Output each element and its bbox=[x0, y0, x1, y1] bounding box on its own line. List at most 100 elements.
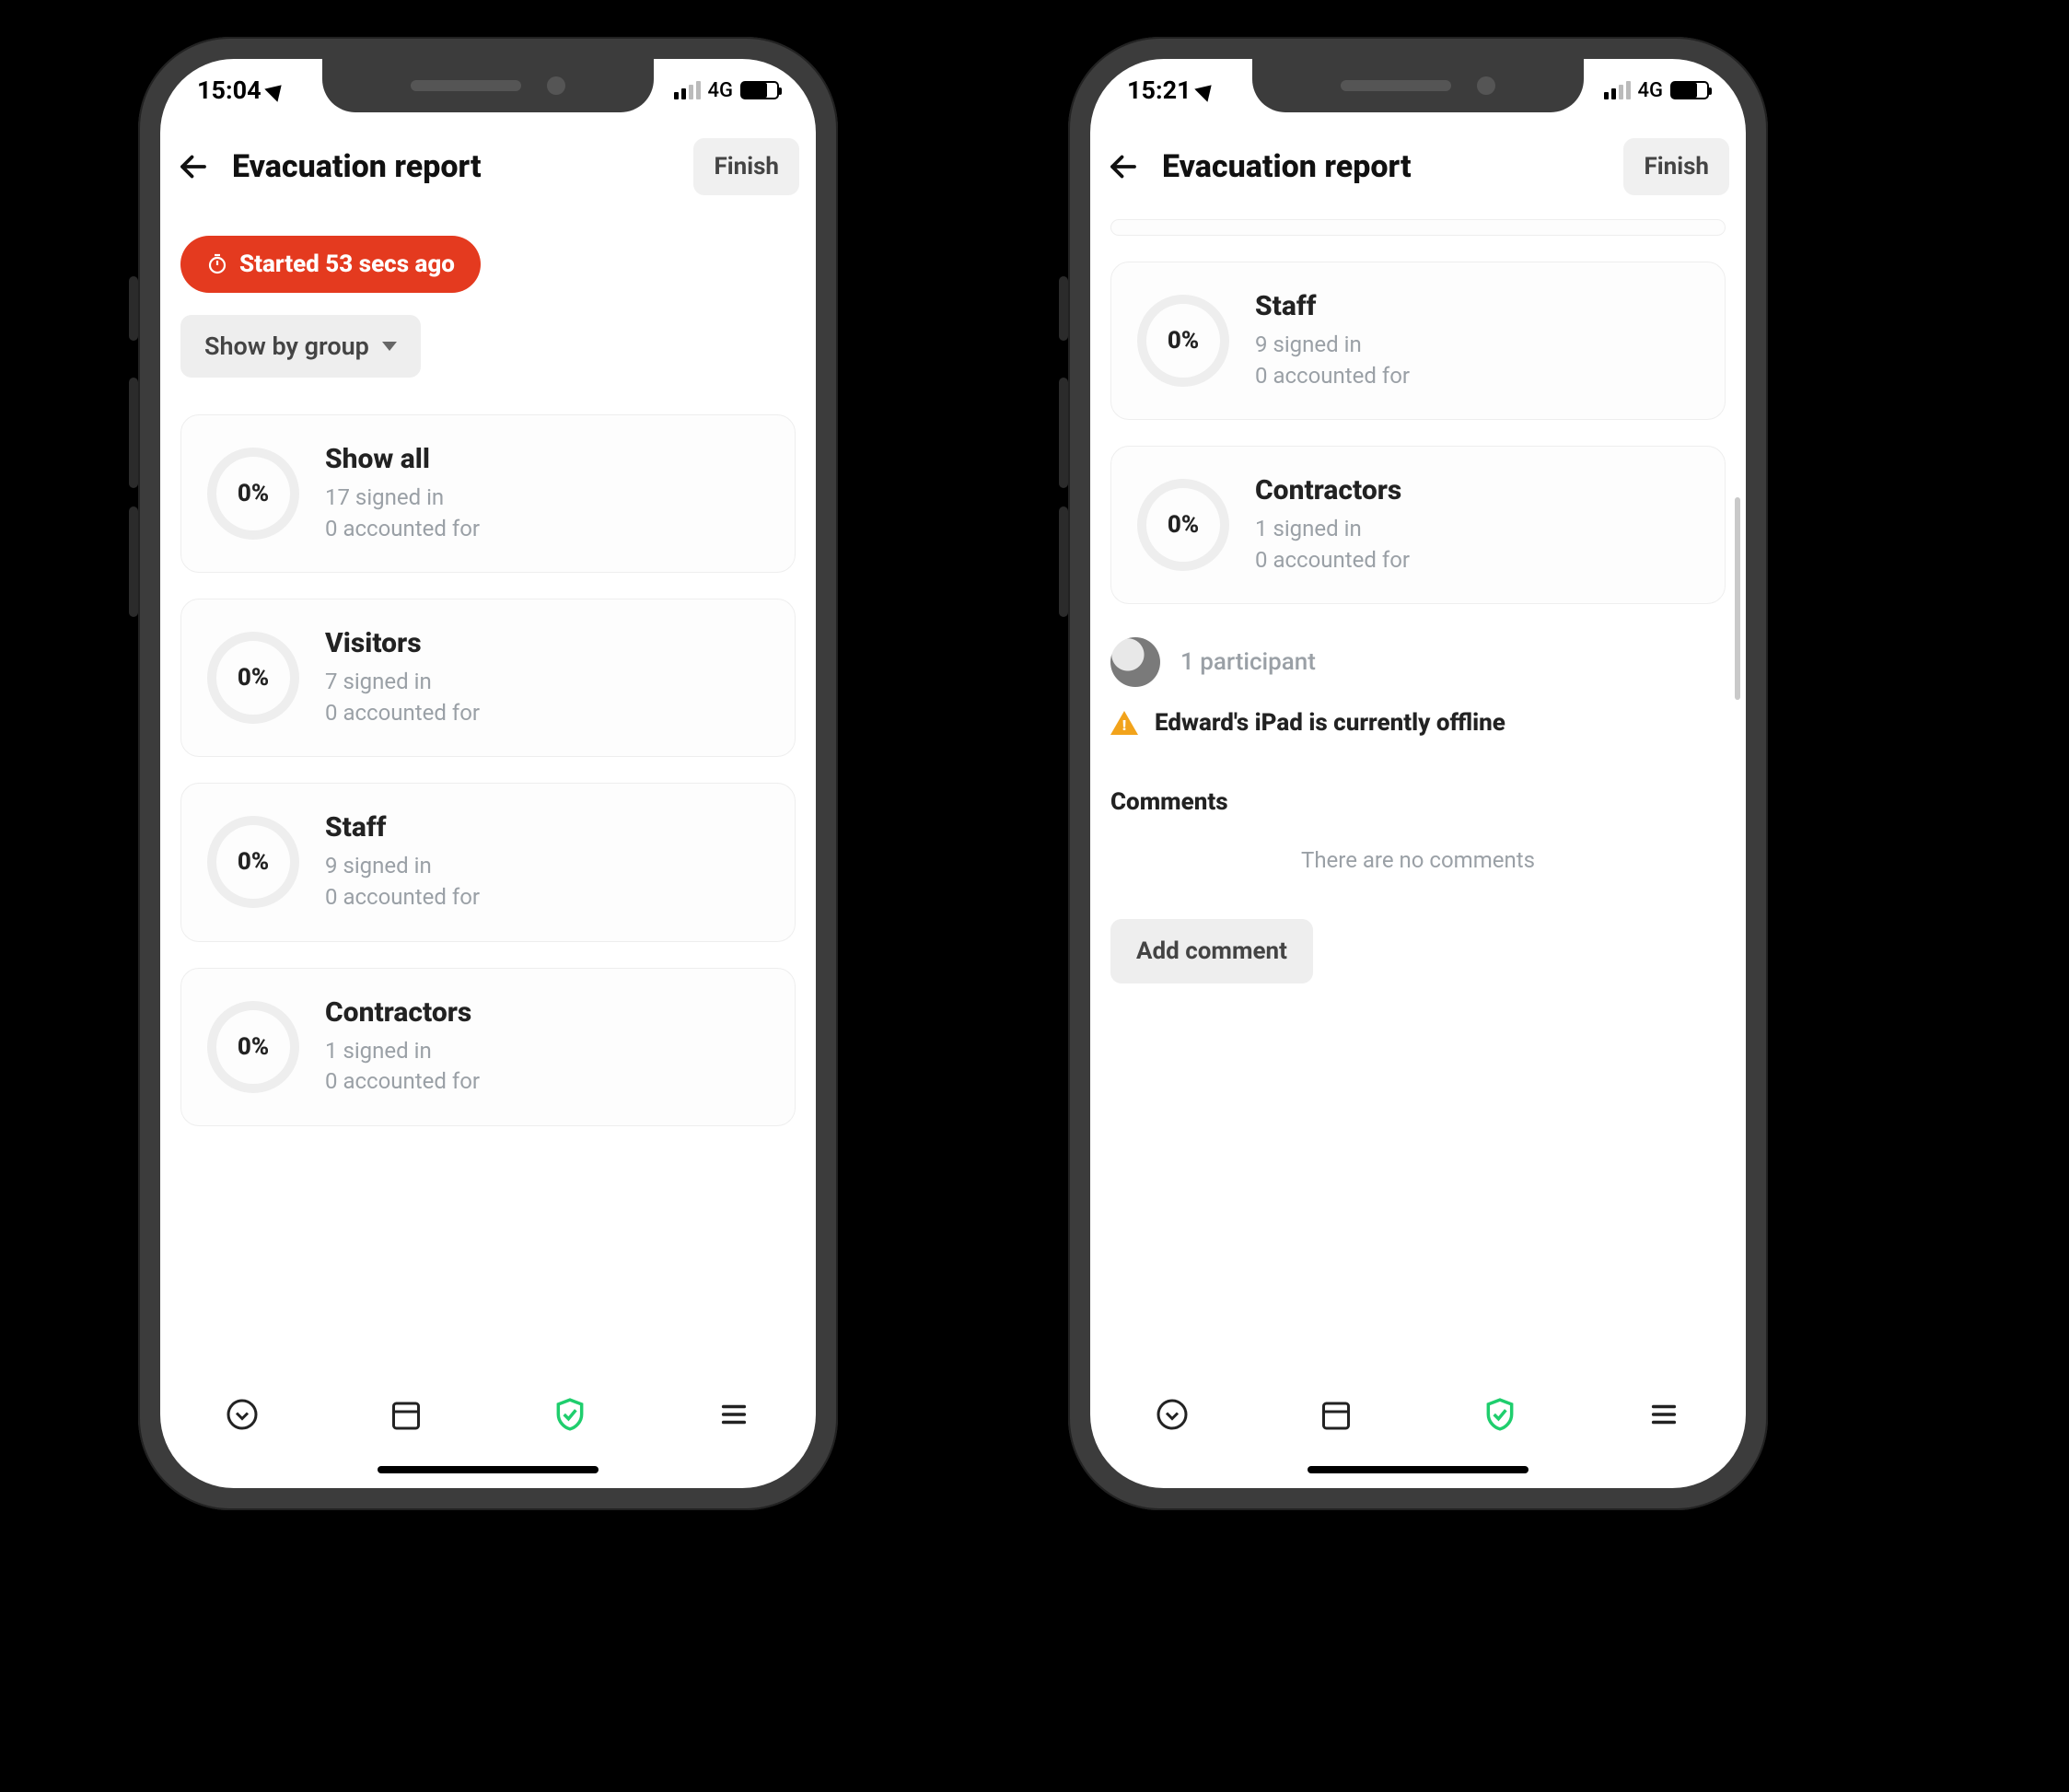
group-accounted: 0 accounted for bbox=[325, 882, 480, 913]
tab-clock[interactable] bbox=[1152, 1394, 1192, 1435]
avatar bbox=[1110, 637, 1160, 687]
progress-ring: 0% bbox=[1137, 479, 1229, 571]
speaker bbox=[1341, 80, 1451, 91]
group-title: Staff bbox=[325, 811, 480, 844]
phone-side-button bbox=[129, 378, 138, 488]
group-accounted: 0 accounted for bbox=[1255, 361, 1410, 392]
group-title: Visitors bbox=[325, 627, 480, 659]
tab-evacuation[interactable] bbox=[550, 1394, 590, 1435]
progress-ring: 0% bbox=[207, 816, 299, 908]
group-accounted: 0 accounted for bbox=[1255, 545, 1410, 576]
stopwatch-icon bbox=[206, 253, 228, 275]
clock-icon bbox=[226, 1398, 259, 1431]
timer-chip: Started 53 secs ago bbox=[180, 236, 481, 293]
screen: 15:04 4G Evacuation report Finish Starte… bbox=[160, 59, 816, 1488]
content-area: Started 53 secs ago Show by group 0% Sho… bbox=[160, 212, 816, 1368]
phone-side-button bbox=[129, 506, 138, 617]
group-accounted: 0 accounted for bbox=[325, 698, 480, 729]
tab-calendar[interactable] bbox=[1316, 1394, 1356, 1435]
shield-check-icon bbox=[1482, 1397, 1517, 1432]
home-indicator[interactable] bbox=[378, 1466, 599, 1473]
timer-chip-label: Started 53 secs ago bbox=[239, 250, 455, 278]
back-button[interactable] bbox=[168, 141, 219, 192]
comments-empty: There are no comments bbox=[1110, 847, 1726, 873]
top-bar: Evacuation report Finish bbox=[1090, 122, 1746, 212]
finish-button[interactable]: Finish bbox=[1623, 138, 1729, 195]
calendar-icon bbox=[1319, 1398, 1353, 1431]
group-card[interactable]: 0% Contractors 1 signed in 0 accounted f… bbox=[1110, 446, 1726, 604]
group-card[interactable]: 0% Staff 9 signed in 0 accounted for bbox=[1110, 262, 1726, 420]
scroll-indicator[interactable] bbox=[1735, 497, 1740, 700]
tab-clock[interactable] bbox=[222, 1394, 262, 1435]
arrow-left-icon bbox=[1107, 150, 1140, 183]
phone-left-frame: 15:04 4G Evacuation report Finish Starte… bbox=[138, 37, 838, 1510]
group-title: Contractors bbox=[325, 996, 480, 1029]
phone-side-button bbox=[1059, 506, 1068, 617]
signal-icon bbox=[674, 81, 701, 99]
participants-label: 1 participant bbox=[1180, 648, 1316, 676]
clock-icon bbox=[1156, 1398, 1189, 1431]
phone-side-button bbox=[1059, 378, 1068, 488]
group-signed: 17 signed in bbox=[325, 483, 480, 514]
camera bbox=[547, 76, 565, 95]
group-signed: 1 signed in bbox=[1255, 514, 1410, 545]
group-card[interactable]: 0% Staff 9 signed in 0 accounted for bbox=[180, 783, 796, 941]
back-button[interactable] bbox=[1098, 141, 1149, 192]
warning-row: ! Edward's iPad is currently offline bbox=[1110, 709, 1726, 737]
tab-menu[interactable] bbox=[714, 1394, 754, 1435]
status-time: 15:21 bbox=[1127, 76, 1191, 105]
finish-button[interactable]: Finish bbox=[693, 138, 799, 195]
group-signed: 9 signed in bbox=[325, 851, 480, 882]
speaker bbox=[411, 80, 521, 91]
arrow-left-icon bbox=[177, 150, 210, 183]
group-title: Show all bbox=[325, 443, 480, 475]
group-signed: 1 signed in bbox=[325, 1036, 480, 1067]
group-accounted: 0 accounted for bbox=[325, 1066, 480, 1098]
notch bbox=[322, 59, 654, 112]
camera bbox=[1477, 76, 1495, 95]
group-card[interactable]: 0% Visitors 7 signed in 0 accounted for bbox=[180, 599, 796, 757]
top-bar: Evacuation report Finish bbox=[160, 122, 816, 212]
page-title: Evacuation report bbox=[1162, 148, 1610, 185]
progress-ring: 0% bbox=[207, 1001, 299, 1093]
phone-side-button bbox=[129, 276, 138, 341]
progress-ring: 0% bbox=[207, 632, 299, 724]
group-title: Contractors bbox=[1255, 474, 1410, 506]
page-title: Evacuation report bbox=[232, 148, 680, 185]
phone-right-frame: 15:21 4G Evacuation report Finish 0% bbox=[1068, 37, 1768, 1510]
progress-ring: 0% bbox=[207, 448, 299, 540]
warning-icon: ! bbox=[1110, 711, 1138, 735]
screen: 15:21 4G Evacuation report Finish 0% bbox=[1090, 59, 1746, 1488]
menu-icon bbox=[1648, 1399, 1680, 1430]
notch bbox=[1252, 59, 1584, 112]
tab-evacuation[interactable] bbox=[1480, 1394, 1520, 1435]
tab-menu[interactable] bbox=[1644, 1394, 1684, 1435]
group-card[interactable]: 0% Contractors 1 signed in 0 accounted f… bbox=[180, 968, 796, 1126]
add-comment-button[interactable]: Add comment bbox=[1110, 919, 1313, 983]
progress-ring: 0% bbox=[1137, 295, 1229, 387]
signal-icon bbox=[1604, 81, 1631, 99]
content-area: 0% Staff 9 signed in 0 accounted for 0% … bbox=[1090, 212, 1746, 1368]
network-label: 4G bbox=[1638, 79, 1664, 102]
warning-text: Edward's iPad is currently offline bbox=[1155, 709, 1505, 737]
filter-chip-label: Show by group bbox=[204, 332, 369, 361]
group-accounted: 0 accounted for bbox=[325, 514, 480, 545]
battery-icon bbox=[740, 81, 779, 99]
group-signed: 9 signed in bbox=[1255, 330, 1410, 361]
menu-icon bbox=[718, 1399, 750, 1430]
comments-heading: Comments bbox=[1110, 788, 1726, 816]
shield-check-icon bbox=[552, 1397, 587, 1432]
group-card[interactable]: 0% Show all 17 signed in 0 accounted for bbox=[180, 414, 796, 573]
group-title: Staff bbox=[1255, 290, 1410, 322]
calendar-icon bbox=[389, 1398, 423, 1431]
phone-side-button bbox=[1059, 276, 1068, 341]
group-card-partial[interactable] bbox=[1110, 219, 1726, 236]
participants-row: 1 participant bbox=[1110, 637, 1726, 687]
filter-chip[interactable]: Show by group bbox=[180, 315, 421, 378]
network-label: 4G bbox=[708, 79, 734, 102]
tab-calendar[interactable] bbox=[386, 1394, 426, 1435]
location-icon bbox=[1194, 78, 1217, 101]
battery-icon bbox=[1670, 81, 1709, 99]
home-indicator[interactable] bbox=[1308, 1466, 1529, 1473]
location-icon bbox=[264, 78, 287, 101]
